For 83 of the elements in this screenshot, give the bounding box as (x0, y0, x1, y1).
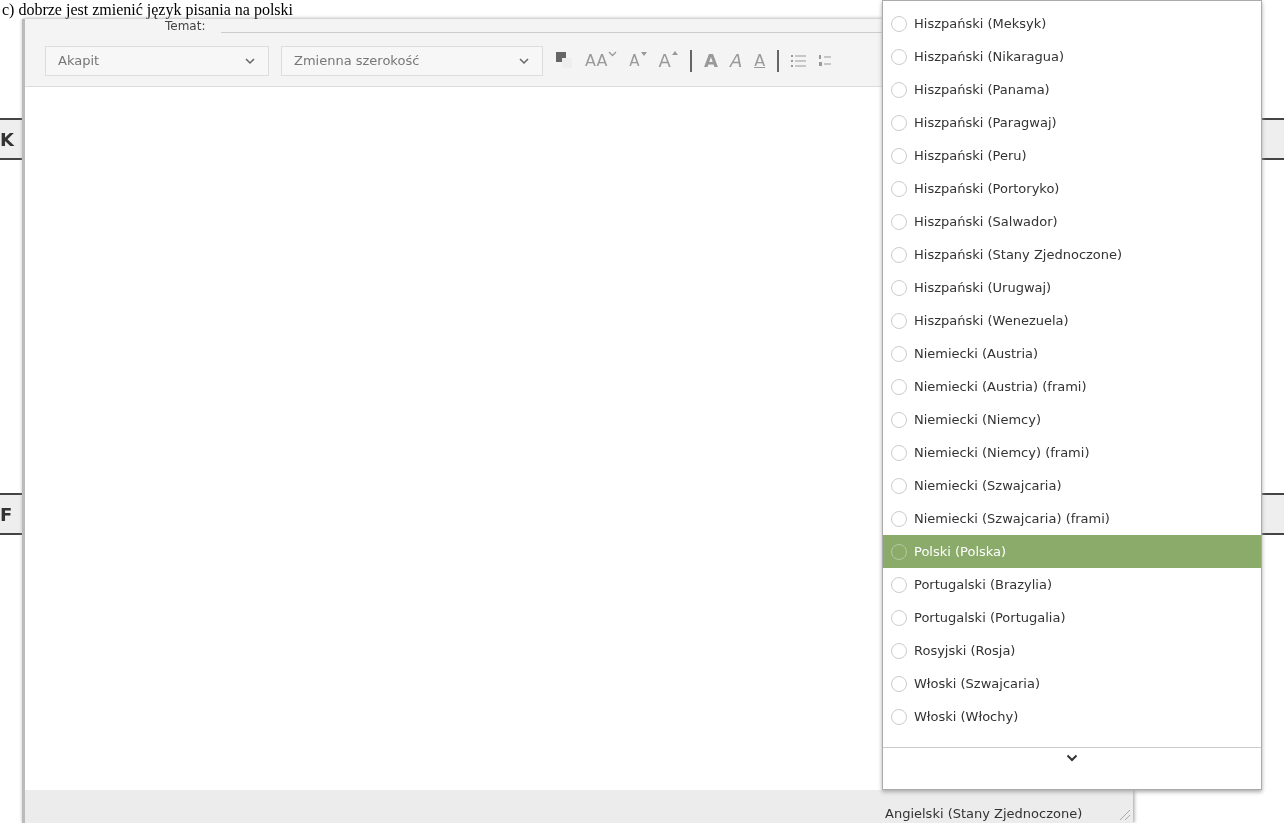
radio-icon (891, 147, 907, 164)
language-option[interactable]: Hiszpański (Panama) (883, 73, 1261, 106)
radio-icon (891, 510, 907, 527)
language-label: Niemiecki (Austria) (frami) (914, 379, 1087, 394)
language-option[interactable]: Niemiecki (Austria) (frami) (883, 370, 1261, 403)
radio-icon (891, 213, 907, 230)
radio-icon (891, 444, 907, 461)
language-label: Portugalski (Brazylia) (914, 577, 1052, 592)
language-label: Niemiecki (Austria) (914, 346, 1039, 361)
numbered-list-icon[interactable] (819, 53, 832, 68)
caption-text: c) dobrze jest zmienić język pisania na polski (1, 0, 293, 19)
font-dropdown[interactable]: Zmienna szerokość (281, 45, 543, 76)
radio-icon (891, 48, 907, 65)
language-label: Portugalski (Portugalia) (914, 610, 1066, 625)
language-label: Hiszpański (Nikaragua) (914, 49, 1064, 64)
language-option[interactable]: Niemiecki (Szwajcaria) (frami) (883, 502, 1261, 535)
language-label: Niemiecki (Niemcy) (914, 412, 1041, 427)
radio-icon (891, 477, 907, 494)
language-label: Włoski (Szwajcaria) (914, 676, 1040, 691)
chevron-down-icon (1066, 753, 1078, 762)
radio-icon (891, 279, 907, 296)
language-option[interactable]: Hiszpański (Paragwaj) (883, 106, 1261, 139)
radio-icon (891, 180, 907, 197)
language-option[interactable]: Niemiecki (Niemcy) (frami) (883, 436, 1261, 469)
language-label: Polski (Polska) (914, 544, 1007, 559)
language-label: Hiszpański (Salwador) (914, 214, 1058, 229)
language-option[interactable]: Hiszpański (Peru) (883, 139, 1261, 172)
heading-fragment: K (0, 128, 14, 150)
language-label: Hiszpański (Meksyk) (914, 16, 1047, 31)
language-label: Hiszpański (Stany Zjednoczone) (914, 247, 1123, 262)
triangle-icon (671, 50, 678, 55)
chevron-icon (518, 56, 530, 65)
language-option[interactable]: Hiszpański (Wenezuela) (883, 304, 1261, 337)
radio-icon (891, 543, 907, 560)
radio-icon (891, 411, 907, 428)
language-option[interactable]: Niemiecki (Szwajcaria) (883, 469, 1261, 502)
caret-icon (608, 51, 618, 57)
language-option[interactable]: Hiszpański (Stany Zjednoczone) (883, 238, 1261, 271)
triangle-icon (640, 51, 647, 57)
radio-icon (891, 345, 907, 362)
language-option[interactable]: Portugalski (Brazylia) (883, 568, 1261, 601)
language-label: Hiszpański (Urugwaj) (914, 280, 1052, 295)
heading-fragment: F (0, 503, 13, 525)
paragraph-style-dropdown[interactable]: Akapit (45, 45, 269, 76)
language-option[interactable]: Portugalski (Portugalia) (883, 601, 1261, 634)
language-option[interactable]: Hiszpański (Nikaragua) (883, 40, 1261, 73)
radio-icon (891, 312, 907, 329)
radio-icon (891, 246, 907, 263)
language-label: Niemiecki (Szwajcaria) (914, 478, 1062, 493)
language-option[interactable]: Hiszpański (Portoryko) (883, 172, 1261, 205)
language-label: Hiszpański (Peru) (914, 148, 1027, 163)
language-label: Rosyjski (Rosja) (914, 643, 1016, 658)
language-label: Hiszpański (Wenezuela) (914, 313, 1069, 328)
radio-icon (891, 609, 907, 626)
language-option[interactable]: Hiszpański (Meksyk) (883, 7, 1261, 40)
resize-grip-icon[interactable] (1117, 807, 1131, 821)
subject-label: Temat: (165, 19, 206, 33)
language-label: Włoski (Włochy) (914, 709, 1019, 724)
bullet-list-icon[interactable] (791, 53, 808, 68)
radio-icon (891, 15, 907, 32)
language-label: Hiszpański (Paragwaj) (914, 115, 1057, 130)
text-color-icon[interactable] (555, 50, 573, 71)
radio-icon (891, 675, 907, 692)
radio-icon (891, 81, 907, 98)
language-button[interactable]: Angielski (Stany Zjednoczone) (885, 806, 1083, 823)
language-option[interactable]: Niemiecki (Austria) (883, 337, 1261, 370)
radio-icon (891, 576, 907, 593)
language-option[interactable]: Hiszpański (Urugwaj) (883, 271, 1261, 304)
language-label: Hiszpański (Panama) (914, 82, 1050, 97)
language-option[interactable]: Włoski (Szwajcaria) (883, 667, 1261, 700)
radio-icon (891, 708, 907, 725)
language-label: Niemiecki (Niemcy) (frami) (914, 445, 1090, 460)
language-option[interactable]: Hiszpański (Salwador) (883, 205, 1261, 238)
language-option[interactable]: Rosyjski (Rosja) (883, 634, 1261, 667)
radio-icon (891, 642, 907, 659)
language-option[interactable]: Niemiecki (Niemcy) (883, 403, 1261, 436)
language-label: Niemiecki (Szwajcaria) (frami) (914, 511, 1110, 526)
radio-icon (891, 114, 907, 131)
scroll-down-button[interactable] (883, 747, 1261, 767)
chevron-icon (244, 56, 256, 65)
radio-icon (891, 378, 907, 395)
language-label: Hiszpański (Portoryko) (914, 181, 1060, 196)
language-option[interactable]: Włoski (Włochy) (883, 700, 1261, 733)
